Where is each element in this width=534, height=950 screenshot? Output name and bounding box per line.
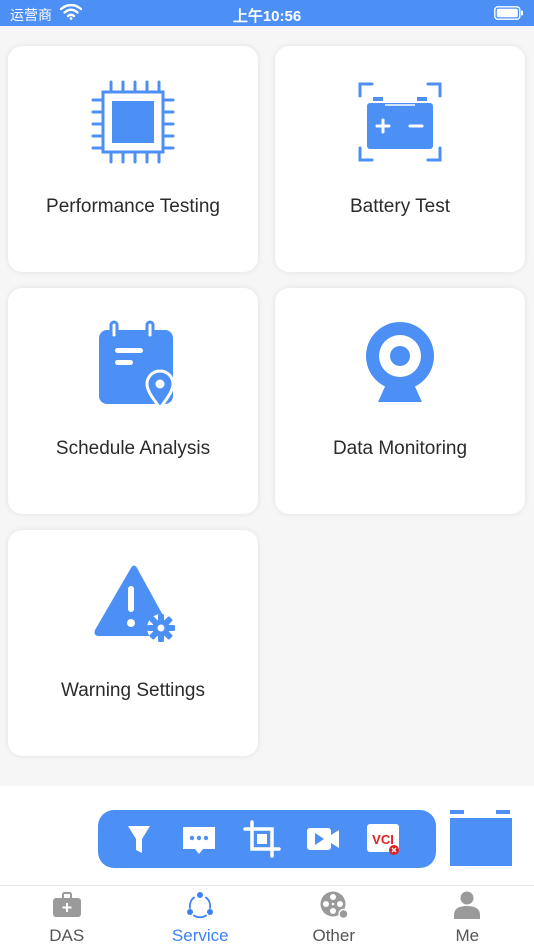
person-icon (454, 891, 481, 919)
message-icon[interactable] (180, 820, 218, 858)
floating-battery-button[interactable] (448, 808, 514, 868)
floating-toolbar: VCI (98, 810, 436, 868)
battery-test-icon (358, 82, 442, 162)
tab-label: Other (312, 926, 356, 945)
vci-label: VCI (372, 832, 394, 847)
tab-me[interactable]: Me (401, 886, 534, 950)
film-reel-icon (320, 891, 349, 920)
service-grid: Performance Testing Battery Test Schedul… (0, 26, 534, 786)
webcam-icon (366, 322, 434, 402)
card-label: Schedule Analysis (55, 438, 211, 459)
card-battery-test[interactable]: Battery Test (275, 46, 525, 272)
card-data-monitoring[interactable]: Data Monitoring (275, 288, 525, 514)
video-icon[interactable] (304, 820, 342, 858)
clock: 上午10:56 (232, 8, 302, 25)
warning-gear-icon (94, 565, 175, 642)
tab-service[interactable]: Service (134, 886, 268, 950)
tab-das[interactable]: DAS (0, 886, 134, 950)
crop-icon[interactable] (243, 820, 281, 858)
tab-label: Service (171, 926, 229, 945)
calendar-location-icon (99, 320, 175, 411)
card-schedule-analysis[interactable]: Schedule Analysis (8, 288, 258, 514)
toolbox-icon (52, 892, 81, 917)
card-label: Performance Testing (46, 196, 220, 217)
cpu-chip-icon (91, 80, 175, 164)
card-label: Data Monitoring (332, 438, 468, 459)
card-label: Battery Test (350, 196, 450, 217)
battery-status-icon (494, 6, 524, 25)
card-label: Warning Settings (61, 680, 205, 701)
vci-icon[interactable]: VCI (364, 820, 402, 858)
tab-bar: DAS Service Other Me (0, 885, 534, 950)
card-performance-testing[interactable]: Performance Testing (8, 46, 258, 272)
card-warning-settings[interactable]: Warning Settings (8, 530, 258, 756)
filter-icon[interactable] (120, 820, 158, 858)
tab-other[interactable]: Other (267, 886, 401, 950)
tab-label: DAS (49, 926, 85, 945)
share-circle-icon (187, 892, 214, 919)
tab-label: Me (455, 926, 480, 945)
status-bar: 运营商 上午10:56 (0, 0, 534, 26)
